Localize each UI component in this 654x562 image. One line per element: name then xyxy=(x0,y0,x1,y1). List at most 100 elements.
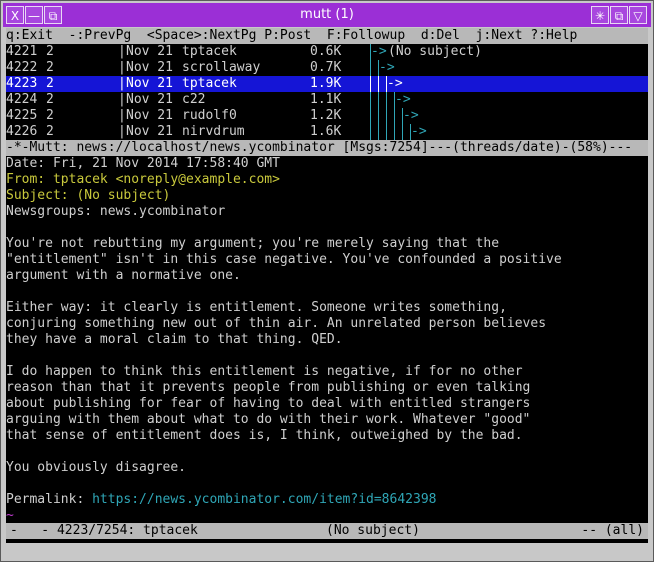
thread-arrow-icon: -> xyxy=(387,76,403,91)
index-row[interactable]: 4221 2 | Nov 21 tptacek 0.6K -> (No subject) xyxy=(6,44,648,60)
index-num: 4224 xyxy=(6,92,38,107)
thread-line xyxy=(386,92,387,108)
index-size: 1.6K xyxy=(310,124,342,139)
header-newsgroups: Newsgroups: news.ycombinator xyxy=(6,204,226,219)
menu-down-icon[interactable]: ▽ xyxy=(629,6,647,24)
body-line: "entitlement" isn't in this case negativ… xyxy=(6,252,562,267)
index-row[interactable]: 4224 2 | Nov 21 c22 1.1K -> xyxy=(6,92,648,108)
index-author: tptacek xyxy=(182,76,237,91)
index-num: 4223 xyxy=(6,76,38,91)
body-line: they have a moral claim to that thing. Q… xyxy=(6,332,343,347)
terminal-bottom-edge xyxy=(6,539,648,543)
permalink-label: Permalink: xyxy=(6,492,93,507)
index-date: Nov 21 xyxy=(126,60,173,75)
help-bar: q:Exit -:PrevPg <Space>:NextPg P:Post F:… xyxy=(6,28,648,44)
header-date: Date: Fri, 21 Nov 2014 17:58:40 GMT xyxy=(6,156,280,171)
index-date: Nov 21 xyxy=(126,92,173,107)
body-line: argument with a normative one. xyxy=(6,268,241,283)
window-bottom-border xyxy=(3,545,651,559)
thread-line xyxy=(378,108,379,124)
index-date: Nov 21 xyxy=(126,76,173,91)
index-author: rudolf0 xyxy=(182,108,237,123)
index-size: 0.6K xyxy=(310,44,342,59)
end-of-message-tilde: ~ xyxy=(6,508,14,523)
terminal-area[interactable]: q:Exit -:PrevPg <Space>:NextPg P:Post F:… xyxy=(6,28,648,542)
index-num: 4225 xyxy=(6,108,38,123)
index-status-bar: -*-Mutt: news://localhost/news.ycombinat… xyxy=(6,140,648,156)
thread-arrow-icon: -> xyxy=(411,124,427,139)
maximize-icon[interactable]: ⧉ xyxy=(44,6,62,24)
index-author: nirvdrum xyxy=(182,124,245,139)
pager-status-mode: -- (all) xyxy=(581,523,644,538)
thread-tree: -> xyxy=(358,124,498,140)
body-line: reason than that it prevents people from… xyxy=(6,380,531,395)
minimize-icon[interactable]: — xyxy=(25,6,43,24)
index-num: 4222 xyxy=(6,60,38,75)
body-line: You obviously disagree. xyxy=(6,460,187,475)
restore-icon[interactable]: ⧉ xyxy=(610,6,628,24)
pager-status-subject: (No subject) xyxy=(326,523,420,538)
index-flag: 2 xyxy=(46,92,54,107)
body-line: that sense of entitlement does is, I thi… xyxy=(6,428,523,443)
thread-line xyxy=(370,60,371,76)
body-line xyxy=(6,220,648,236)
index-subject: (No subject) xyxy=(388,44,482,59)
body-line: You're not rebutting my argument; you're… xyxy=(6,236,500,251)
index-sep: | xyxy=(118,76,126,91)
index-flag: 2 xyxy=(46,44,54,59)
thread-tree: -> xyxy=(358,60,498,76)
thread-line xyxy=(370,76,371,92)
thread-tree: -> xyxy=(358,108,498,124)
header-subject: Subject: (No subject) xyxy=(6,188,171,203)
body-line: Either way: it clearly is entitlement. S… xyxy=(6,300,507,315)
index-sep: | xyxy=(118,108,126,123)
pager-status-bar: - - 4223/7254: tptacek (No subject) -- (al… xyxy=(6,523,648,539)
index-row[interactable]: 4222 2 | Nov 21 scrollaway 0.7K -> xyxy=(6,60,648,76)
header-from: From: tptacek <noreply@example.com> xyxy=(6,172,280,187)
index-row[interactable]: 4225 2 | Nov 21 rudolf0 1.2K -> xyxy=(6,108,648,124)
body-line: conjuring something new out of thin air.… xyxy=(6,316,547,331)
window-title: mutt (1) xyxy=(300,7,354,22)
thread-tree: -> xyxy=(358,76,498,92)
thread-tree: -> xyxy=(358,92,498,108)
index-size: 1.9K xyxy=(310,76,342,91)
permalink-url[interactable]: https://news.ycombinator.com/item?id=864… xyxy=(92,492,436,507)
thread-line xyxy=(370,92,371,108)
index-author: c22 xyxy=(182,92,206,107)
index-row[interactable]: 4226 2 | Nov 21 nirvdrum 1.6K -> xyxy=(6,124,648,140)
thread-arrow-icon: -> xyxy=(395,92,411,107)
pager-status-position: - - 4223/7254: tptacek xyxy=(10,523,198,538)
thread-arrow-icon: -> xyxy=(379,60,395,75)
body-line xyxy=(6,348,648,364)
index-size: 0.7K xyxy=(310,60,342,75)
body-line xyxy=(6,284,648,300)
thread-line xyxy=(370,108,371,124)
index-sep: | xyxy=(118,124,126,139)
close-icon[interactable]: X xyxy=(6,6,24,24)
body-line: arguing with them about what to do with … xyxy=(6,412,531,427)
thread-line xyxy=(394,108,395,124)
title-bar[interactable]: mutt (1) X — ⧉ ✳ ⧉ ▽ xyxy=(3,3,651,27)
body-line xyxy=(6,444,648,460)
index-sep: | xyxy=(118,92,126,107)
index-flag: 2 xyxy=(46,108,54,123)
index-size: 1.2K xyxy=(310,108,342,123)
index-date: Nov 21 xyxy=(126,124,173,139)
permalink-line: Permalink: https://news.ycombinator.com/… xyxy=(6,492,648,508)
index-num: 4226 xyxy=(6,124,38,139)
body-line: about publishing for fear of having to d… xyxy=(6,396,531,411)
sticky-icon[interactable]: ✳ xyxy=(591,6,609,24)
index-flag: 2 xyxy=(46,76,54,91)
index-sep: | xyxy=(118,60,126,75)
index-size: 1.1K xyxy=(310,92,342,107)
thread-line xyxy=(378,76,379,92)
index-flag: 2 xyxy=(46,124,54,139)
index-sep: | xyxy=(118,44,126,59)
index-row[interactable]: 4223 2 | Nov 21 tptacek 1.9K -> xyxy=(6,76,648,92)
index-flag: 2 xyxy=(46,60,54,75)
index-date: Nov 21 xyxy=(126,108,173,123)
index-num: 4221 xyxy=(6,44,38,59)
thread-line xyxy=(386,124,387,140)
thread-line xyxy=(386,108,387,124)
thread-line xyxy=(378,92,379,108)
